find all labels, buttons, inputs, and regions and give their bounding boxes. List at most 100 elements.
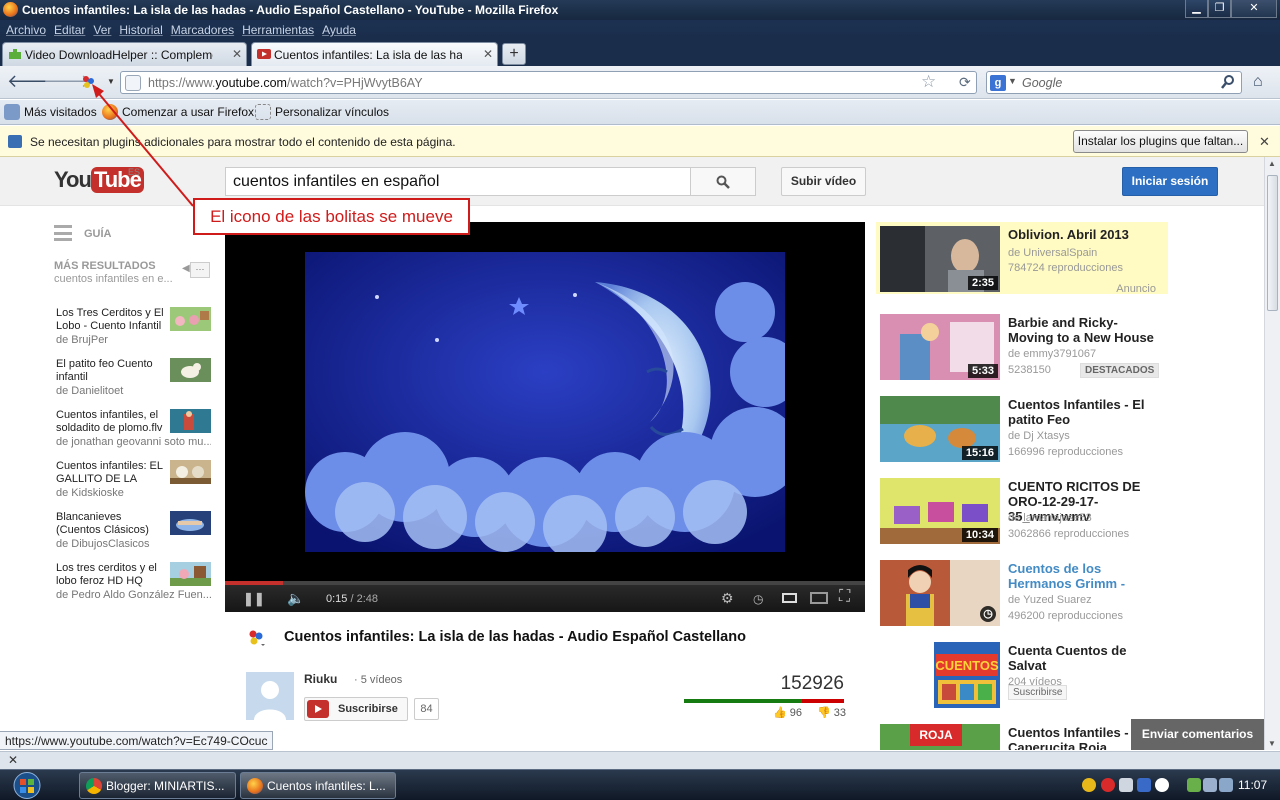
- list-item[interactable]: Cuentos infantiles: EL GALLITO DE LA de …: [56, 460, 211, 506]
- volume-tray-icon[interactable]: [1219, 778, 1233, 792]
- reload-icon[interactable]: ⟳: [959, 74, 971, 91]
- menu-editar[interactable]: Editar: [50, 23, 89, 37]
- page-scrollbar[interactable]: ▲ ▼: [1264, 157, 1280, 750]
- list-item[interactable]: Los Tres Cerditos y El Lobo - Cuento Inf…: [56, 307, 211, 353]
- wifi-tray-icon[interactable]: [1203, 778, 1217, 792]
- windows-start-icon[interactable]: [6, 770, 48, 800]
- related-video[interactable]: ROJA Cuentos Infantiles - Caperucita Roj…: [876, 720, 1168, 750]
- list-item-title[interactable]: Blancanieves (Cuentos Clásicos): [56, 511, 166, 537]
- battery-tray-icon[interactable]: [1187, 778, 1201, 792]
- scroll-down-icon[interactable]: ▼: [1268, 739, 1276, 748]
- list-item[interactable]: El patito feo Cuento infantil de Danieli…: [56, 358, 211, 404]
- list-item-title[interactable]: Los Tres Cerditos y El Lobo - Cuento Inf…: [56, 307, 166, 333]
- install-plugins-button[interactable]: Instalar los plugins que faltan...: [1073, 130, 1248, 153]
- pause-icon[interactable]: ❚❚: [243, 591, 265, 607]
- video-thumbnail[interactable]: [170, 511, 211, 535]
- video-player[interactable]: ❚❚ 🔈 0:15 / 2:48 ⚙ ◷ ⛶: [225, 222, 865, 612]
- video-thumbnail[interactable]: [170, 460, 211, 484]
- bookmark-most-visited[interactable]: Más visitados: [4, 104, 97, 120]
- close-icon[interactable]: ✕: [1259, 134, 1270, 150]
- menu-ayuda[interactable]: Ayuda: [318, 23, 360, 37]
- home-icon[interactable]: ⌂: [1253, 73, 1263, 91]
- video-thumbnail[interactable]: [170, 358, 211, 382]
- taskbar-item-blogger[interactable]: Blogger: MINIARTIS...: [79, 772, 236, 799]
- fullscreen-icon[interactable]: ⛶: [839, 588, 850, 606]
- search-input[interactable]: Google: [1022, 76, 1062, 90]
- like-button[interactable]: 👍 96: [773, 706, 802, 719]
- channel-thumbnail[interactable]: CUENTOS: [934, 642, 1000, 708]
- subscribe-button[interactable]: Suscribirse: [1008, 685, 1068, 700]
- large-player-icon[interactable]: [810, 592, 828, 604]
- video-thumbnail[interactable]: 15:16: [880, 396, 1000, 462]
- youtube-search-input[interactable]: cuentos infantiles en español: [225, 167, 691, 196]
- menu-archivo[interactable]: Archivo: [2, 23, 50, 37]
- network-tray-icon[interactable]: [1137, 778, 1151, 792]
- site-identity-icon[interactable]: [125, 75, 141, 91]
- youtube-search-button[interactable]: [690, 167, 756, 196]
- panda-tray-icon[interactable]: [1155, 778, 1169, 792]
- related-title[interactable]: Cuentos Infantiles - El patito Feo: [1008, 397, 1166, 427]
- signin-button[interactable]: Iniciar sesión: [1122, 167, 1218, 196]
- video-thumbnail[interactable]: 5:33: [880, 314, 1000, 380]
- video-thumbnail[interactable]: 2:35: [880, 226, 1000, 292]
- close-icon[interactable]: ✕: [8, 753, 18, 767]
- youtube-logo[interactable]: You Tube ES: [54, 167, 144, 195]
- bookmark-customize-links[interactable]: Personalizar vínculos: [255, 104, 389, 120]
- related-title[interactable]: Cuenta Cuentos de Salvat: [1008, 643, 1166, 673]
- url-bar[interactable]: https://www.youtube.com/watch?v=PHjWvytB…: [120, 71, 977, 94]
- monitor-tray-icon[interactable]: [1119, 778, 1133, 792]
- related-video[interactable]: 10:34 CUENTO RICITOS DE ORO-12-29-17-35_…: [876, 474, 1168, 546]
- related-title[interactable]: Oblivion. Abril 2013: [1008, 227, 1166, 242]
- new-tab-button[interactable]: +: [502, 43, 526, 65]
- menu-ver[interactable]: Ver: [89, 23, 115, 37]
- tab-video-downloadhelper[interactable]: Video DownloadHelper :: Compleme... ✕: [2, 42, 247, 66]
- video-thumbnail[interactable]: [170, 307, 211, 331]
- scrollbar-thumb[interactable]: [1267, 175, 1278, 311]
- video-thumbnail[interactable]: [170, 409, 211, 433]
- related-channel[interactable]: CUENTOS Cuenta Cuentos de Salvat 204 víd…: [876, 638, 1168, 710]
- close-icon[interactable]: ✕: [483, 47, 493, 61]
- related-video[interactable]: 2:35 Oblivion. Abril 2013 de UniversalSp…: [876, 222, 1168, 295]
- bookmark-star-icon[interactable]: ☆: [921, 72, 936, 92]
- upload-button[interactable]: Subir vídeo: [781, 167, 866, 196]
- related-title[interactable]: Cuentos de los Hermanos Grimm -: [1008, 561, 1166, 591]
- list-item-title[interactable]: Cuentos infantiles, el soldadito de plom…: [56, 409, 166, 435]
- close-icon[interactable]: ✕: [232, 47, 242, 61]
- menu-marcadores[interactable]: Marcadores: [167, 23, 238, 37]
- minimize-button[interactable]: ▁: [1185, 0, 1208, 18]
- related-video[interactable]: 15:16 Cuentos Infantiles - El patito Feo…: [876, 392, 1168, 464]
- list-item-title[interactable]: El patito feo Cuento infantil: [56, 358, 166, 384]
- url-text[interactable]: https://www.youtube.com/watch?v=PHjWvytB…: [148, 76, 423, 90]
- channel-video-count[interactable]: · 5 vídeos: [354, 674, 402, 686]
- more-results-query[interactable]: cuentos infantiles en e...: [54, 273, 174, 285]
- video-frame-moon[interactable]: [305, 252, 785, 552]
- list-item-title[interactable]: Los tres cerditos y el lobo feroz HD HQ: [56, 562, 166, 588]
- menu-herramientas[interactable]: Herramientas: [238, 23, 318, 37]
- video-thumbnail[interactable]: ROJA: [880, 724, 1000, 750]
- video-thumbnail[interactable]: [170, 562, 211, 586]
- search-icon[interactable]: [1221, 74, 1235, 90]
- taskbar-item-firefox[interactable]: Cuentos infantiles: L...: [240, 772, 396, 799]
- scroll-up-icon[interactable]: ▲: [1268, 159, 1276, 168]
- related-video[interactable]: 5:33 Barbie and Ricky- Moving to a New H…: [876, 310, 1168, 382]
- list-item[interactable]: Cuentos infantiles, el soldadito de plom…: [56, 409, 211, 455]
- avatar[interactable]: [246, 672, 294, 720]
- downloadhelper-balls-icon[interactable]: [246, 628, 266, 648]
- channel-name[interactable]: Riuku: [304, 672, 337, 686]
- list-item[interactable]: Los tres cerditos y el lobo feroz HD HQ …: [56, 562, 211, 608]
- related-title[interactable]: Barbie and Ricky- Moving to a New House: [1008, 315, 1166, 345]
- list-item[interactable]: Blancanieves (Cuentos Clásicos) de Dibuj…: [56, 511, 211, 557]
- tab-youtube[interactable]: Cuentos infantiles: La isla de las hada.…: [251, 42, 498, 66]
- volume-icon[interactable]: 🔈: [287, 590, 304, 607]
- downloadhelper-balls-icon[interactable]: [80, 74, 96, 90]
- chevron-down-icon[interactable]: ▼: [1008, 76, 1017, 86]
- watch-later-icon[interactable]: ◷: [753, 592, 763, 606]
- menu-historial[interactable]: Historial: [115, 23, 166, 37]
- back-button[interactable]: 🡐: [7, 72, 55, 92]
- chevron-left-icon[interactable]: ◀: [182, 263, 190, 274]
- more-results-button[interactable]: ···: [190, 262, 210, 278]
- small-player-icon[interactable]: [782, 593, 797, 603]
- dislike-button[interactable]: 👎 33: [817, 706, 846, 719]
- forward-button[interactable]: 🡒: [43, 72, 91, 92]
- subscribe-button[interactable]: Suscribirse: [304, 697, 408, 721]
